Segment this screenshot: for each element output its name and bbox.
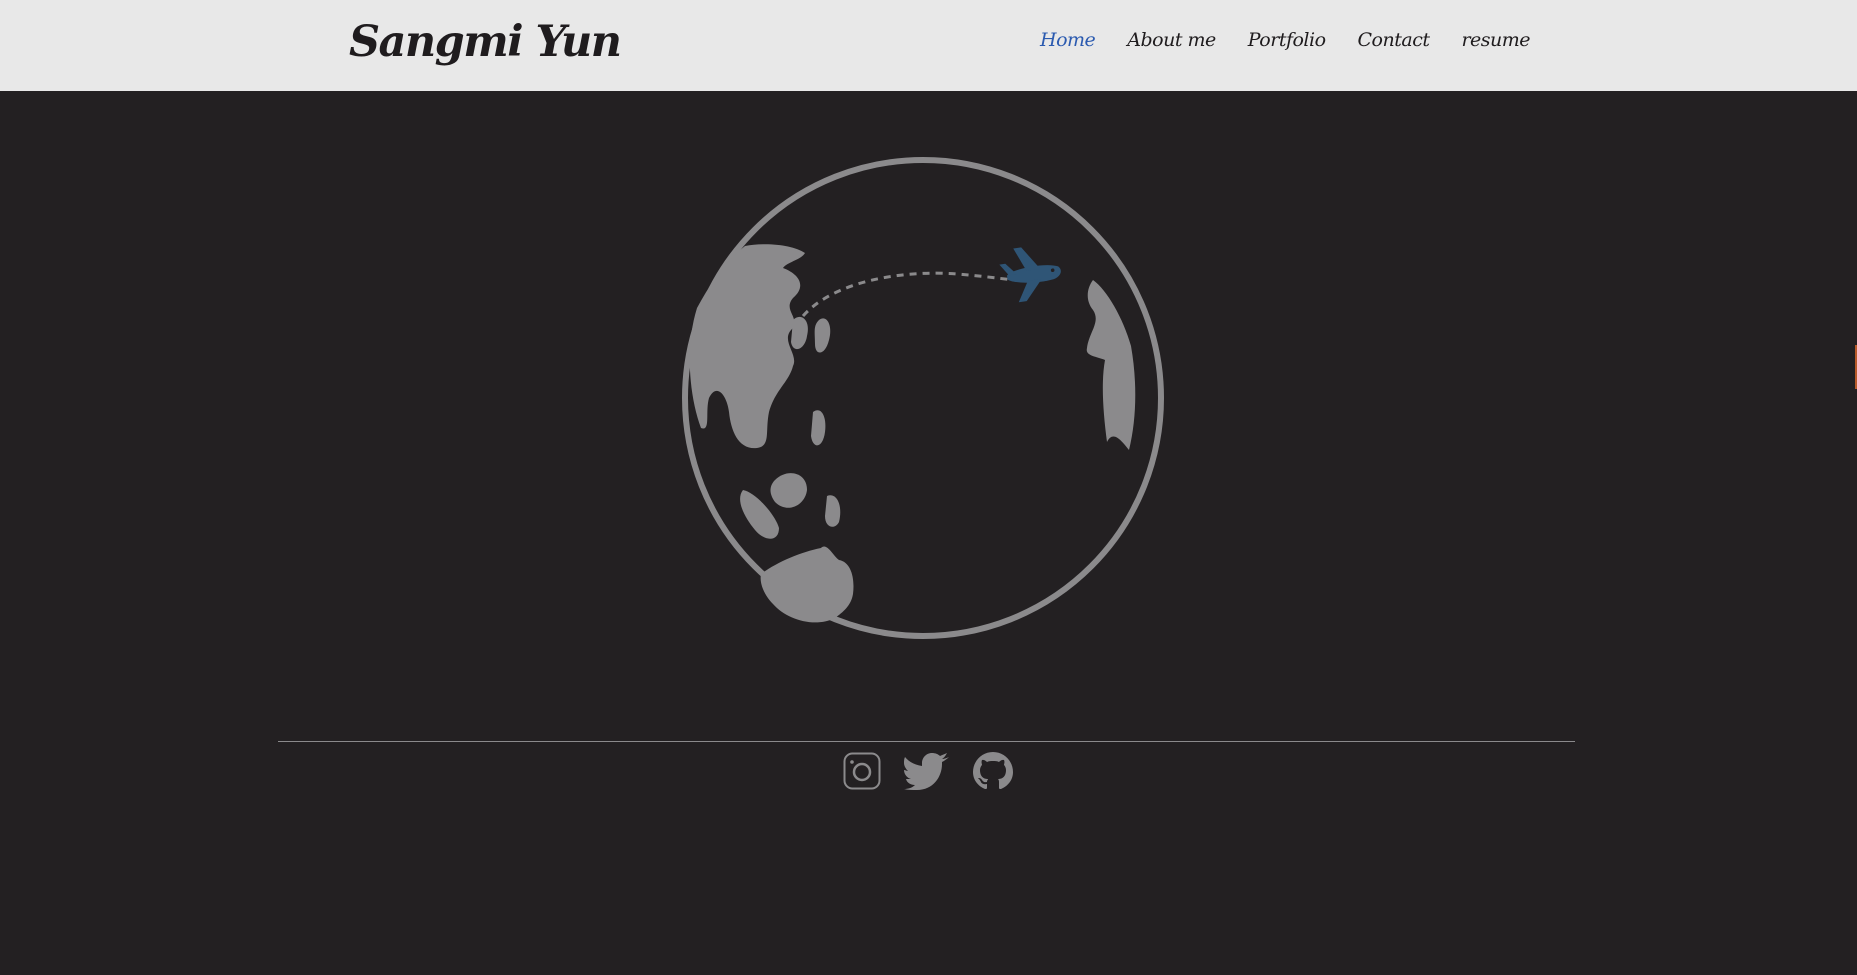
github-icon — [973, 752, 1013, 789]
airplane-icon — [999, 247, 1061, 303]
nav-resume[interactable]: resume — [1461, 29, 1530, 51]
japan-island — [814, 318, 831, 353]
main-nav: Home About me Portfolio Contact resume — [1040, 25, 1562, 55]
korea-island — [791, 316, 808, 350]
navbar: Sangmi Yun Home About me Portfolio Conta… — [0, 0, 1857, 91]
globe-illustration — [682, 157, 1164, 639]
nav-about-me[interactable]: About me — [1127, 29, 1216, 51]
site-brand[interactable]: Sangmi Yun — [349, 14, 622, 70]
github-link[interactable] — [973, 752, 1013, 794]
australia-landmass — [760, 546, 854, 623]
americas-landmass — [1086, 280, 1136, 450]
instagram-link[interactable] — [843, 752, 881, 794]
nav-portfolio[interactable]: Portfolio — [1248, 29, 1326, 51]
asia-landmass — [689, 244, 805, 449]
twitter-icon — [904, 753, 949, 790]
borneo-island — [770, 473, 807, 508]
nav-contact[interactable]: Contact — [1358, 29, 1430, 51]
instagram-icon — [843, 752, 881, 790]
footer-divider — [278, 741, 1575, 742]
nav-home[interactable]: Home — [1040, 29, 1096, 51]
flight-path — [801, 271, 1014, 317]
taiwan-island — [811, 410, 826, 446]
philippines-island — [825, 495, 841, 527]
twitter-link[interactable] — [904, 752, 950, 794]
